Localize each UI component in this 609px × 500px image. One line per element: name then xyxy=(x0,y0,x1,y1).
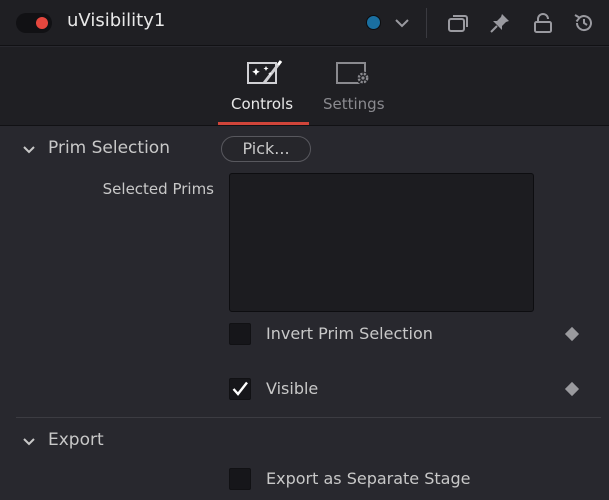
tab-settings[interactable]: Settings xyxy=(318,47,394,126)
settings-gear-icon xyxy=(335,59,373,87)
export-separate-stage-label: Export as Separate Stage xyxy=(266,469,471,488)
export-section-header[interactable]: Export xyxy=(0,426,609,456)
export-separate-stage-row: Export as Separate Stage xyxy=(229,468,609,492)
section-title: Export xyxy=(48,430,104,450)
visible-label: Visible xyxy=(266,379,319,398)
pick-button[interactable]: Pick... xyxy=(221,136,311,162)
node-enable-toggle[interactable] xyxy=(16,13,52,33)
toggle-indicator-dot xyxy=(36,17,48,29)
magic-wand-icon xyxy=(246,59,284,87)
reset-icon[interactable] xyxy=(573,12,595,34)
visible-checkbox[interactable] xyxy=(229,378,251,400)
visible-row: Visible xyxy=(229,378,609,402)
node-header: uVisibility1 xyxy=(0,0,609,46)
export-separate-stage-checkbox[interactable] xyxy=(229,468,251,490)
node-title: uVisibility1 xyxy=(67,10,166,31)
versions-icon[interactable] xyxy=(447,12,469,34)
node-color-swatch[interactable] xyxy=(366,15,381,30)
section-divider xyxy=(16,417,601,418)
invert-prim-selection-row: Invert Prim Selection xyxy=(229,323,609,347)
pin-icon[interactable] xyxy=(489,12,511,34)
keyframe-diamond-icon[interactable] xyxy=(564,326,580,342)
section-title: Prim Selection xyxy=(48,138,170,158)
active-tab-underline xyxy=(218,122,309,125)
selected-prims-label: Selected Prims xyxy=(102,180,214,198)
color-dropdown-chevron-icon[interactable] xyxy=(391,12,413,34)
header-divider xyxy=(426,8,427,38)
keyframe-diamond-icon[interactable] xyxy=(564,381,580,397)
inspector-tabs: Controls Settings xyxy=(0,47,609,126)
chevron-down-icon xyxy=(22,435,36,449)
tab-controls[interactable]: Controls xyxy=(218,47,309,126)
lock-icon[interactable] xyxy=(532,12,554,34)
invert-prim-selection-checkbox[interactable] xyxy=(229,323,251,345)
chevron-down-icon xyxy=(22,143,36,157)
selected-prims-textarea[interactable] xyxy=(229,173,534,312)
tab-controls-label: Controls xyxy=(231,95,294,113)
tab-settings-label: Settings xyxy=(323,95,385,113)
invert-prim-selection-label: Invert Prim Selection xyxy=(266,324,433,343)
